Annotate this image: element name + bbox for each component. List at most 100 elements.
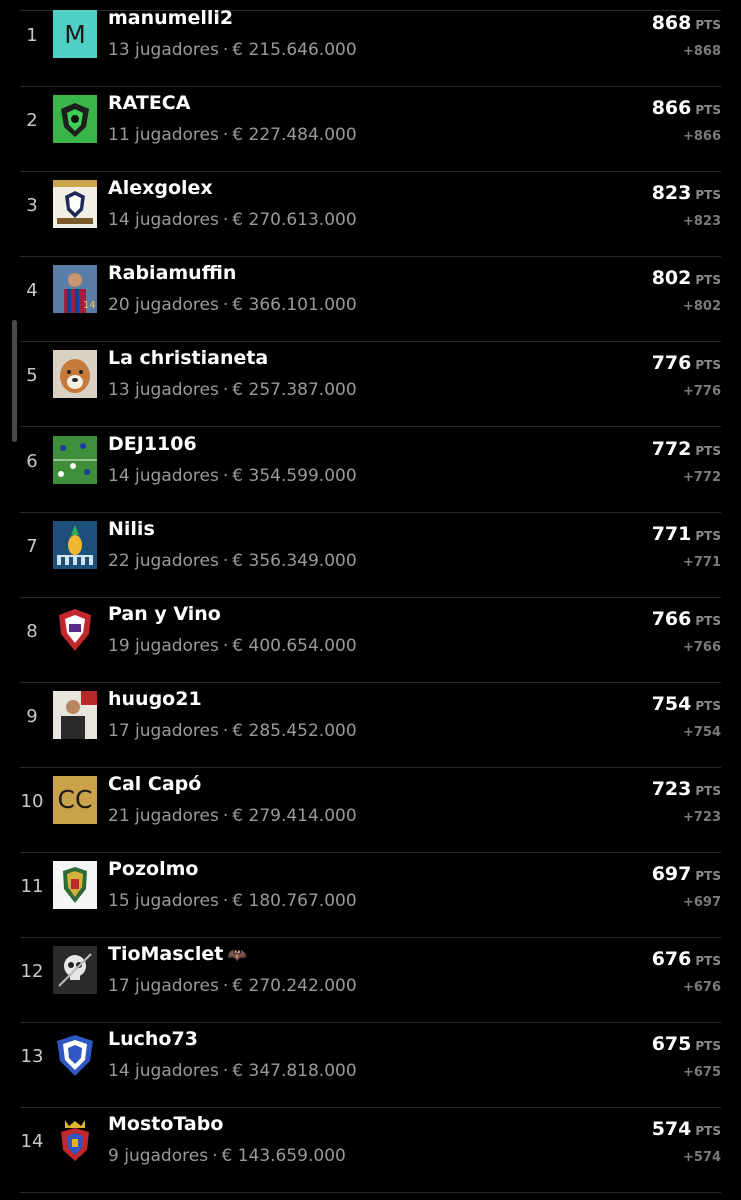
team-name-text: Lucho73 xyxy=(108,1028,198,1051)
points-total: 772 PTS xyxy=(652,438,721,460)
points-total: 771 PTS xyxy=(652,523,721,545)
ranking-row[interactable]: 9 huugo21 17 jugadores · € 285.452.000 754… xyxy=(20,683,721,768)
points-value: 772 xyxy=(651,437,692,460)
team-name-text: TioMasclet xyxy=(108,943,224,966)
team-name-text: La christianeta xyxy=(108,347,269,370)
points-delta: +802 xyxy=(682,299,721,315)
team-name: RATECA xyxy=(108,92,190,114)
points-unit: PTS xyxy=(695,698,721,713)
team-value: € 257.387.000 xyxy=(232,380,357,401)
person-photo-icon xyxy=(53,690,97,739)
separator-dot: · xyxy=(222,635,229,656)
ranking-row[interactable]: 7 Nilis 22 jugadores · € 356.349.000 771 PT… xyxy=(20,513,721,598)
rank-number: 6 xyxy=(26,450,38,472)
team-value: € 354.599.000 xyxy=(232,465,357,486)
rank-number: 8 xyxy=(26,620,38,642)
points-unit: PTS xyxy=(695,783,721,798)
players-count: 15 jugadores xyxy=(108,891,219,911)
points-unit: PTS xyxy=(695,103,721,118)
team-name-text: manumelli2 xyxy=(108,7,234,29)
team-meta: 17 jugadores · € 285.452.000 xyxy=(108,721,357,741)
points-delta: +676 xyxy=(682,980,721,996)
points-unit: PTS xyxy=(695,869,721,883)
rank-number: 14 xyxy=(20,1131,44,1153)
points-unit: PTS xyxy=(695,18,721,32)
ranking-row[interactable]: 2 RATECA 11 jugadores · € 227.484.000 866 P… xyxy=(20,87,721,173)
bat-emoji: 🦇 xyxy=(227,945,248,965)
separator-dot: · xyxy=(222,295,229,316)
team-name: DEJ1106 xyxy=(108,433,197,455)
team-name: manumelli2 xyxy=(108,7,233,29)
separator-dot: · xyxy=(222,720,229,741)
players-count: 19 jugadores xyxy=(108,635,219,656)
ranking-row[interactable]: 3 Alexgolex 14 jugadores · € 270.613.000 8… xyxy=(20,172,721,258)
points-delta: +754 xyxy=(682,724,721,740)
team-name: Lucho73 xyxy=(108,1028,198,1050)
team-name: Cal Capó xyxy=(108,773,201,795)
ranking-row[interactable]: 5 La christianeta 13 jugadores · € 257.387… xyxy=(20,342,721,428)
team-name-text: Pozolmo xyxy=(108,858,199,880)
rank-number: 3 xyxy=(26,195,38,217)
ranking-row[interactable]: 10 CC Cal Capó 21 jugadores · € 279.414.00… xyxy=(20,768,721,853)
points-value: 866 xyxy=(651,97,692,120)
separator-dot: · xyxy=(222,976,229,997)
points-value: 823 xyxy=(651,182,692,205)
points-value: 697 xyxy=(651,863,692,885)
team-meta: 17 jugadores · € 270.242.000 xyxy=(108,976,357,996)
points-delta: +771 xyxy=(682,554,721,570)
rank-number: 10 xyxy=(20,790,44,812)
pineapple-art-icon xyxy=(53,520,97,569)
rank-number: 9 xyxy=(26,705,38,727)
rank-number: 13 xyxy=(20,1046,44,1068)
team-name-text: huugo21 xyxy=(108,687,202,710)
team-name: MostoTabo xyxy=(108,1113,223,1135)
points-delta: +675 xyxy=(682,1065,721,1081)
points-unit: PTS xyxy=(695,188,721,203)
scrollbar[interactable] xyxy=(12,320,17,442)
points-unit: PTS xyxy=(695,273,721,288)
team-name: Pozolmo xyxy=(108,858,198,880)
points-delta: +866 xyxy=(682,129,721,145)
dog-photo-icon xyxy=(53,350,97,399)
team-meta: 20 jugadores · € 366.101.000 xyxy=(108,295,357,315)
ranking-row[interactable]: 1 M manumelli2 13 jugadores · € 215.646.00… xyxy=(20,2,721,87)
team-value: € 180.767.000 xyxy=(232,891,357,911)
team-meta: 21 jugadores · € 279.414.000 xyxy=(108,806,357,826)
team-value: € 279.414.000 xyxy=(232,805,357,826)
team-meta: 15 jugadores · € 180.767.000 xyxy=(108,891,357,911)
points-value: 766 xyxy=(651,607,692,630)
points-value: 675 xyxy=(651,1033,692,1056)
ranking-row[interactable]: 6 DEJ1106 14 jugadores · € 354.599.000 772… xyxy=(20,428,721,513)
points-value: 754 xyxy=(651,692,692,715)
ranking-row[interactable]: 12 TioMasclet 🦇 17 jugadores · € 270.242.00… xyxy=(20,938,721,1024)
points-value: 676 xyxy=(651,948,692,971)
skull-art-icon xyxy=(53,946,97,995)
team-meta: 14 jugadores · € 354.599.000 xyxy=(108,466,357,486)
points-delta: +823 xyxy=(682,214,721,230)
separator-dot: · xyxy=(222,210,229,231)
team-avatar-initials: M xyxy=(53,10,97,58)
players-count: 13 jugadores xyxy=(108,40,219,60)
rank-number: 7 xyxy=(26,535,38,557)
team-name: huugo21 xyxy=(108,688,202,710)
team-value: € 347.818.000 xyxy=(232,1061,357,1082)
players-count: 9 jugadores xyxy=(108,1146,209,1167)
ranking-row[interactable]: 4 14 Rabiamuffin 20 jugadores · € 366.101.… xyxy=(20,257,721,343)
points-delta: +574 xyxy=(682,1150,721,1166)
ranking-row[interactable]: 13 Lucho73 14 jugadores · € 347.818.000 67… xyxy=(20,1023,721,1109)
points-total: 676 PTS xyxy=(652,948,721,970)
players-count: 22 jugadores xyxy=(108,550,219,571)
points-total: 766 PTS xyxy=(652,608,721,630)
red-shield-crest-icon xyxy=(53,605,97,654)
points-value: 802 xyxy=(651,267,692,290)
ranking-row[interactable]: 8 Pan y Vino 19 jugadores · € 400.654.000 … xyxy=(20,598,721,683)
points-unit: PTS xyxy=(695,443,721,458)
team-name-text: MostoTabo xyxy=(108,1113,224,1136)
player-photo-icon: 14 xyxy=(53,265,97,314)
ranking-row[interactable]: 14 MostoTabo 9 jugadores · € 143.659.000 5… xyxy=(20,1108,721,1194)
team-name-text: Rabiamuffin xyxy=(108,262,237,285)
points-unit: PTS xyxy=(695,613,721,628)
rank-number: 4 xyxy=(26,280,38,302)
team-meta: 19 jugadores · € 400.654.000 xyxy=(108,636,357,656)
ranking-row[interactable]: 11 Pozolmo 15 jugadores · € 180.767.000 69… xyxy=(20,853,721,938)
